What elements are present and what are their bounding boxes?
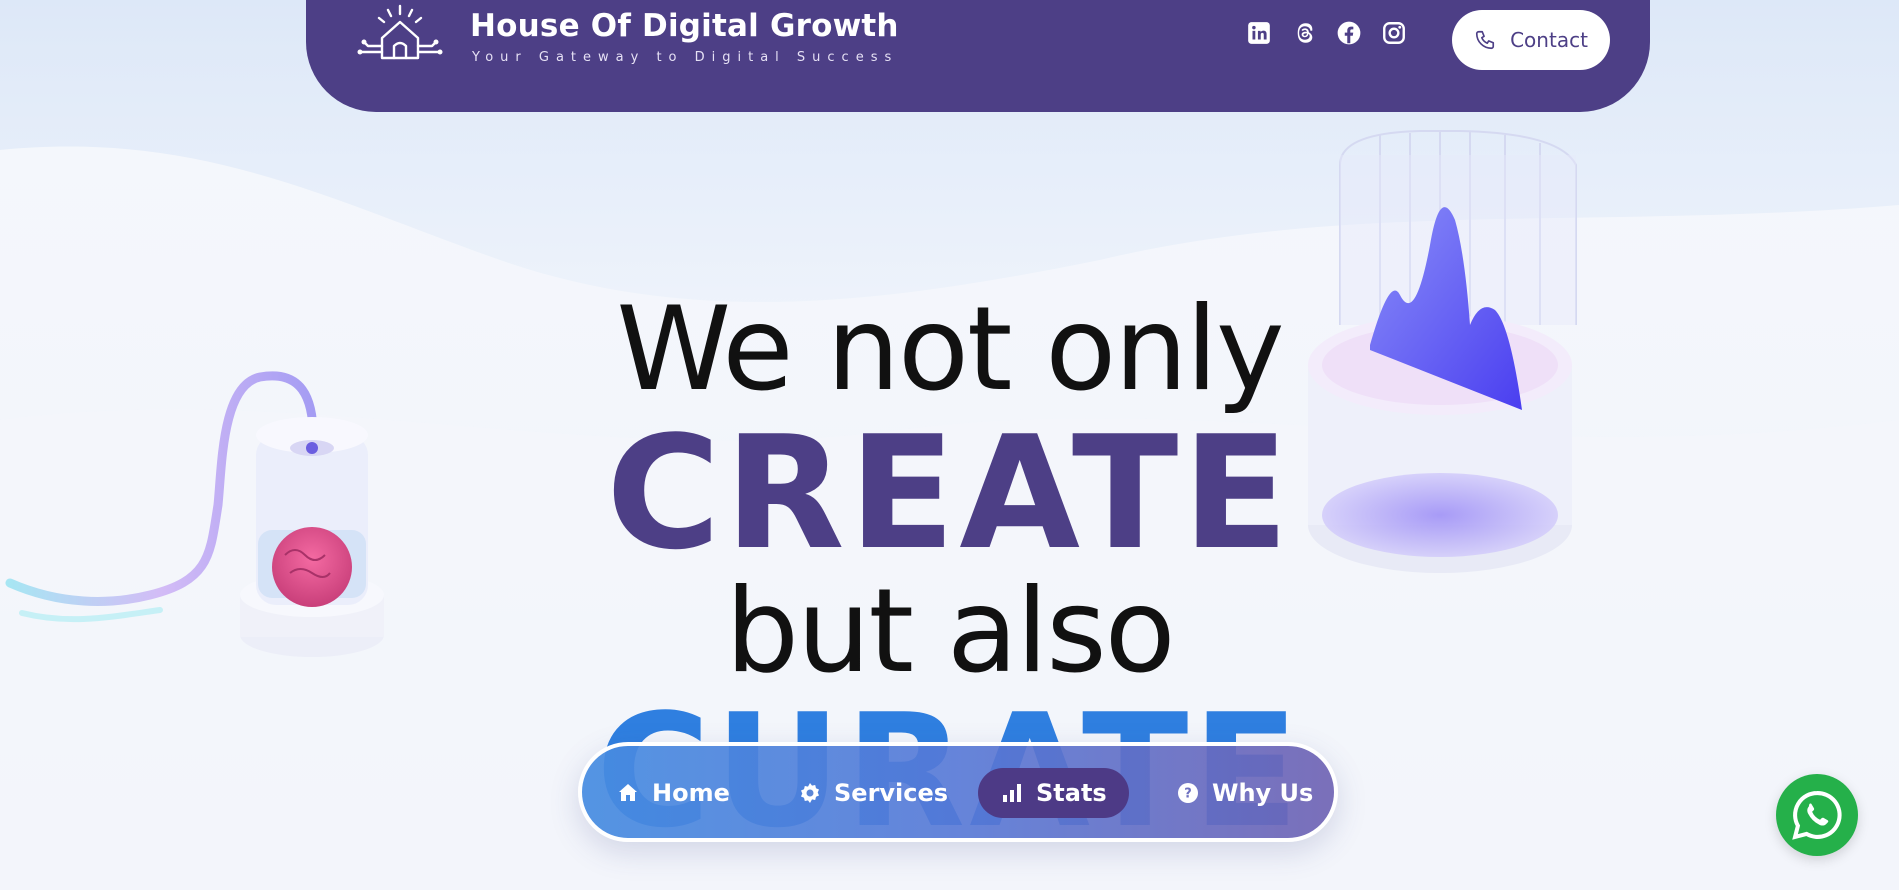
svg-text:?: ?	[1184, 787, 1192, 802]
bar-chart-icon	[1003, 784, 1021, 802]
contact-label: Contact	[1510, 28, 1588, 52]
facebook-icon[interactable]	[1336, 20, 1362, 46]
nav-label-home: Home	[652, 779, 730, 807]
site-header: House Of Digital Growth Your Gateway to …	[306, 0, 1650, 112]
nav-label-services: Services	[834, 779, 949, 807]
hero-line-1: We not only	[616, 282, 1284, 417]
gear-icon	[801, 783, 819, 803]
nav-item-stats[interactable]: Stats	[978, 768, 1129, 818]
brand-tagline: Your Gateway to Digital Success	[472, 50, 899, 65]
house-circuit-logo-icon	[357, 4, 443, 60]
nav-item-home[interactable]: Home	[616, 768, 730, 818]
phone-icon	[1476, 30, 1495, 50]
brand-title[interactable]: House Of Digital Growth	[470, 8, 899, 44]
whatsapp-button[interactable]	[1776, 774, 1858, 856]
hero-line-2: CREATE	[606, 402, 1293, 584]
contact-button[interactable]: Contact	[1452, 10, 1610, 70]
nav-label-stats: Stats	[1036, 779, 1107, 807]
instagram-icon[interactable]	[1381, 20, 1407, 46]
threads-icon[interactable]	[1291, 20, 1317, 46]
nav-item-why-us[interactable]: ? Why Us	[1176, 768, 1313, 818]
whatsapp-icon	[1792, 791, 1842, 840]
bottom-nav: Home Services Stats ? Why Us	[578, 742, 1338, 842]
linkedin-icon[interactable]	[1246, 20, 1272, 46]
home-icon	[619, 784, 637, 801]
question-icon: ?	[1178, 783, 1198, 803]
nav-label-why-us: Why Us	[1212, 779, 1314, 807]
hero-line-3: but also	[725, 564, 1175, 699]
nav-item-services[interactable]: Services	[798, 768, 948, 818]
